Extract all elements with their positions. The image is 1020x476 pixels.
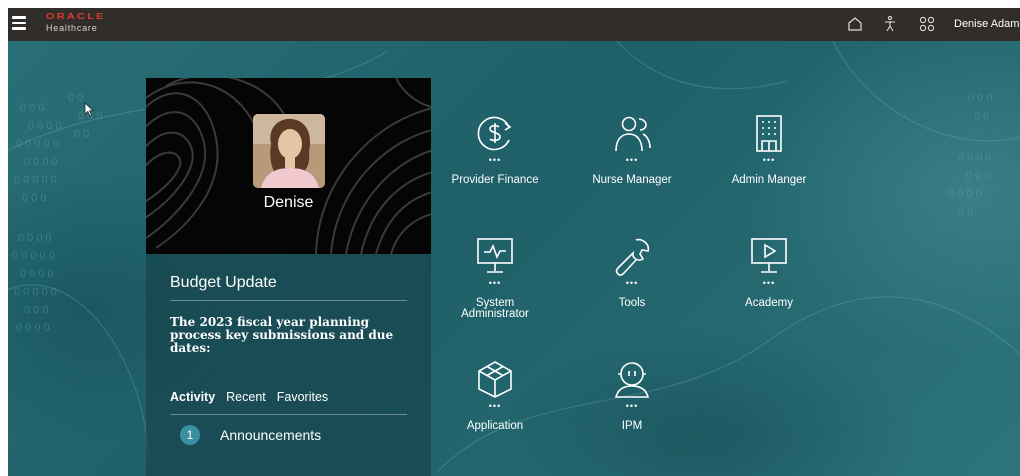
budget-text: The 2023 fiscal year planning process ke… — [170, 315, 394, 355]
wrench-icon — [615, 238, 650, 276]
building-icon — [756, 115, 782, 152]
app-label: Admin Manger — [731, 174, 807, 186]
announcements-count-badge: 1 — [180, 425, 200, 445]
app-tile-academy[interactable]: ••• Academy — [709, 236, 829, 340]
card-body: Budget Update The 2023 fiscal year plann… — [146, 254, 431, 476]
app-label: Tools — [618, 297, 646, 309]
app-label: Provider Finance — [451, 174, 539, 186]
profile-name: Denise — [263, 194, 314, 211]
svg-text:0 0 0 0: 0 0 0 0 — [20, 268, 54, 280]
svg-text:0 0: 0 0 — [74, 128, 89, 140]
svg-text:0 0 0 0: 0 0 0 0 — [948, 188, 982, 200]
app-tile-system-administrator[interactable]: ••• System Administrator — [435, 236, 555, 340]
top-navigation-bar: ORACLE Healthcare Denise Adams — [8, 8, 1020, 41]
svg-text:0 0 0: 0 0 0 — [22, 192, 46, 204]
finance-icon — [477, 116, 512, 151]
brand-subtitle: Healthcare — [46, 23, 98, 33]
brand-name: ORACLE — [46, 12, 106, 22]
svg-text:0 0 0 0 0: 0 0 0 0 0 — [14, 286, 57, 298]
app-tile-provider-finance[interactable]: ••• Provider Finance — [435, 113, 555, 217]
app-tile-admin-manger[interactable]: ••• Admin Manger — [709, 113, 829, 217]
svg-text:0 0: 0 0 — [974, 110, 989, 122]
app-tile-nurse-manager[interactable]: ••• Nurse Manager — [572, 113, 692, 217]
svg-text:0 0 0 0: 0 0 0 0 — [18, 232, 52, 244]
svg-text:0 0 0 0: 0 0 0 0 — [24, 156, 58, 168]
apps-grid-icon[interactable] — [917, 14, 937, 34]
profile-hero: Denise — [146, 78, 431, 254]
app-label: System Administrator — [461, 297, 529, 320]
svg-text:0 0 0: 0 0 0 — [20, 102, 44, 114]
monitor-pulse-icon — [477, 238, 513, 273]
welcome-card: Denise Budget Update The 2023 fiscal yea… — [146, 78, 431, 476]
app-frame: 0 0 0 0 0 0 0 0 0 0 0 0 0 0 0 0 0 0 0 0 0 0… — [8, 8, 1020, 476]
app-tile-ipm[interactable]: ••• IPM — [572, 359, 692, 463]
more-dots[interactable]: ••• — [572, 401, 692, 411]
svg-text:0 0 0 0: 0 0 0 0 — [16, 322, 50, 334]
svg-text:0 0: 0 0 — [958, 206, 973, 218]
svg-text:0 0: 0 0 — [68, 92, 83, 104]
svg-text:0 0 0 0 0: 0 0 0 0 0 — [16, 138, 59, 150]
activity-tabs: Activity Recent Favorites — [170, 390, 328, 404]
tab-recent[interactable]: Recent — [226, 390, 266, 404]
tab-favorites[interactable]: Favorites — [277, 390, 328, 404]
more-dots[interactable]: ••• — [572, 155, 692, 165]
cube-icon — [478, 361, 512, 398]
users-icon — [615, 116, 651, 152]
svg-text:0 0 0: 0 0 0 — [968, 92, 992, 104]
more-dots[interactable]: ••• — [435, 278, 555, 288]
app-label: Application — [466, 420, 524, 432]
svg-text:0 0 0 0 0: 0 0 0 0 0 — [14, 174, 57, 186]
video-monitor-icon — [751, 238, 787, 273]
avatar[interactable] — [253, 114, 325, 188]
home-icon[interactable] — [845, 14, 865, 34]
divider — [170, 300, 407, 301]
svg-text:0 0 0: 0 0 0 — [966, 170, 990, 182]
app-tile-tools[interactable]: ••• Tools — [572, 236, 692, 340]
tab-activity[interactable]: Activity — [170, 390, 215, 404]
budget-title: Budget Update — [170, 274, 277, 291]
divider — [170, 414, 407, 415]
mouse-cursor-icon — [84, 102, 94, 117]
more-dots[interactable]: ••• — [435, 401, 555, 411]
menu-icon[interactable] — [12, 16, 26, 30]
accessibility-icon[interactable] — [880, 14, 900, 34]
announcements-item[interactable]: 1 Announcements — [180, 425, 321, 445]
person-headset-icon — [614, 362, 650, 398]
brand-logo[interactable]: ORACLE Healthcare — [46, 13, 106, 33]
app-label: Nurse Manager — [592, 174, 672, 186]
app-label: IPM — [621, 420, 643, 432]
user-menu[interactable]: Denise Adams — [954, 18, 1020, 30]
more-dots[interactable]: ••• — [435, 155, 555, 165]
svg-text:0 0 0 0: 0 0 0 0 — [28, 120, 62, 132]
announcements-label: Announcements — [220, 427, 322, 443]
app-label: Academy — [745, 297, 793, 309]
more-dots[interactable]: ••• — [572, 278, 692, 288]
more-dots[interactable]: ••• — [709, 278, 829, 288]
app-tile-application[interactable]: ••• Application — [435, 359, 555, 463]
svg-text:0 0 0 0 0: 0 0 0 0 0 — [12, 250, 55, 262]
svg-text:0 0 0 0: 0 0 0 0 — [958, 152, 992, 164]
svg-text:0 0 0: 0 0 0 — [24, 304, 48, 316]
more-dots[interactable]: ••• — [709, 155, 829, 165]
